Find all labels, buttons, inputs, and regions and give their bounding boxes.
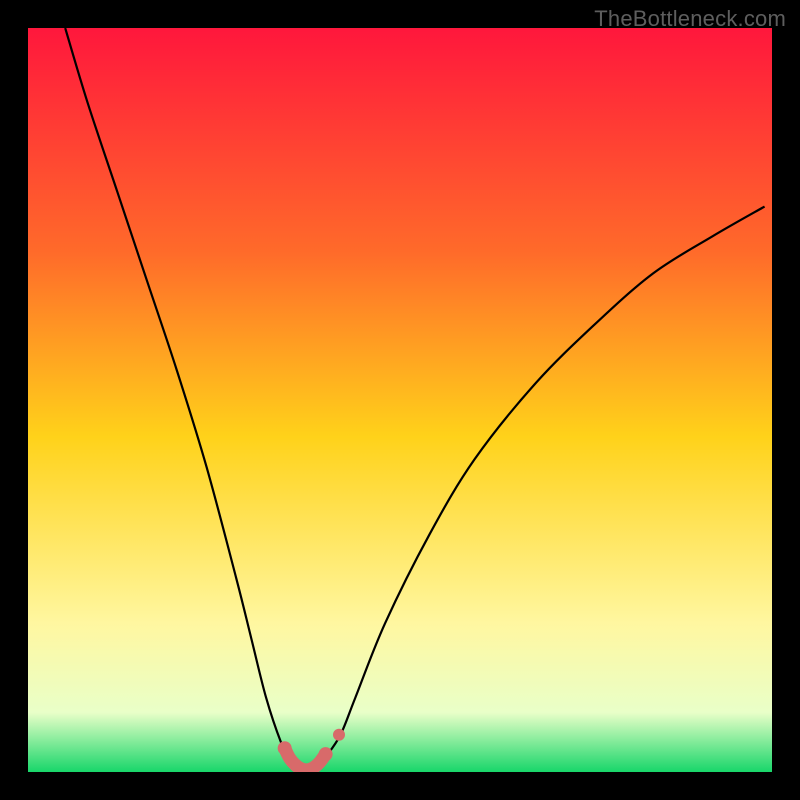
chart-stage: TheBottleneck.com bbox=[0, 0, 800, 800]
highlighted-range-end-dot bbox=[319, 747, 333, 761]
watermark-text: TheBottleneck.com bbox=[594, 6, 786, 32]
highlighted-extra-dot bbox=[333, 729, 345, 741]
gradient-background bbox=[28, 28, 772, 772]
highlighted-range-start-dot bbox=[278, 741, 292, 755]
plot-area bbox=[28, 28, 772, 772]
chart-svg bbox=[28, 28, 772, 772]
